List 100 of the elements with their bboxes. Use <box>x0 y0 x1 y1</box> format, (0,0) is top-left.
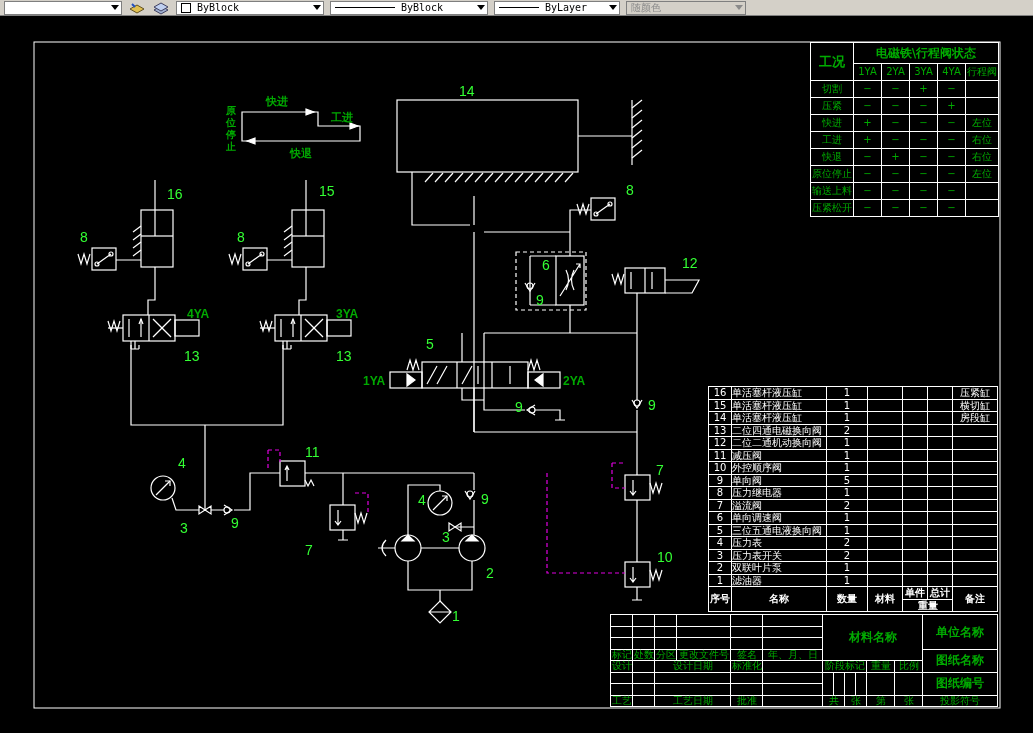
table-cell <box>903 462 928 475</box>
table-cell <box>868 437 903 450</box>
table-cell: − <box>854 166 882 183</box>
table-cell: 单活塞杆液压缸 <box>732 399 827 412</box>
table-cell: 压紧缸 <box>953 387 998 400</box>
table-cell <box>966 81 999 98</box>
callout-number: 14 <box>459 83 475 99</box>
table-cell <box>845 672 856 696</box>
table-cell <box>928 437 953 450</box>
table-cell: 1 <box>827 449 868 462</box>
title-block-label: 共 <box>823 695 845 707</box>
solenoid-label: 3YA <box>336 307 359 321</box>
table-cell: 8 <box>709 487 732 500</box>
title-block-label: 批准 <box>731 695 763 707</box>
callout-number: 9 <box>515 399 523 415</box>
table-cell: 左位 <box>966 166 999 183</box>
caret-icon <box>609 4 617 11</box>
table-cell <box>763 684 823 696</box>
table-cell <box>868 487 903 500</box>
table-header: 3YA <box>910 64 938 81</box>
table-cell <box>895 672 923 696</box>
callout-number: 8 <box>80 229 88 245</box>
table-cell <box>953 524 998 537</box>
table-cell: 1 <box>827 487 868 500</box>
layers-icon[interactable] <box>152 0 170 15</box>
table-cell: 右位 <box>966 149 999 166</box>
lineweight-dropdown[interactable]: ByLayer <box>494 0 620 15</box>
table-cell <box>633 672 655 684</box>
table-header: 数量 <box>827 587 868 612</box>
table-cell: 14 <box>709 412 732 425</box>
table-cell <box>953 574 998 587</box>
table-cell: − <box>910 149 938 166</box>
table-header: 总计 <box>928 587 953 600</box>
table-cell: 7 <box>709 499 732 512</box>
callout-number: 13 <box>184 348 200 364</box>
title-block-label: 比例 <box>895 661 923 673</box>
title-block-label: 张 <box>895 695 923 707</box>
table-cell: 13 <box>709 424 732 437</box>
callout-number: 9 <box>648 397 656 413</box>
table-cell: − <box>938 132 966 149</box>
table-cell: 2 <box>827 424 868 437</box>
layer-dropdown[interactable] <box>4 0 122 15</box>
table-cell <box>867 672 895 696</box>
table-cell <box>868 549 903 562</box>
table-cell <box>953 512 998 525</box>
title-block-label: 第 <box>867 695 895 707</box>
table-cell: 1 <box>827 512 868 525</box>
table-cell <box>966 200 999 217</box>
table-cell <box>903 487 928 500</box>
linetype-dropdown[interactable]: ByBlock <box>330 0 488 15</box>
table-cell: 压力表 <box>732 537 827 550</box>
table-cell: 原位停止 <box>811 166 854 183</box>
table-cell <box>763 672 823 684</box>
table-cell <box>903 562 928 575</box>
table-cell <box>868 449 903 462</box>
table-header: 名称 <box>732 587 827 612</box>
callout-number: 16 <box>167 186 183 202</box>
title-block-label: 图纸编号 <box>923 672 998 696</box>
layers-icon[interactable] <box>128 0 146 15</box>
table-cell: 单活塞杆液压缸 <box>732 412 827 425</box>
table-cell <box>928 512 953 525</box>
table-cell: 1 <box>827 574 868 587</box>
callout-number: 11 <box>305 444 320 460</box>
table-cell <box>953 437 998 450</box>
table-cell <box>763 626 823 638</box>
table-cell: 单向调速阀 <box>732 512 827 525</box>
table-cell: 压力继电器 <box>732 487 827 500</box>
table-cell: 压紧 <box>811 98 854 115</box>
table-cell: − <box>854 200 882 217</box>
caret-icon <box>477 4 485 11</box>
motion-label: 快退 <box>290 147 312 160</box>
callout-number: 12 <box>682 255 698 271</box>
color-dropdown[interactable]: ByBlock <box>176 0 324 15</box>
callout-number: 9 <box>481 491 489 507</box>
table-cell: 2 <box>827 499 868 512</box>
title-block-label: 张 <box>845 695 867 707</box>
callout-number: 7 <box>656 462 664 478</box>
table-cell: 6 <box>709 512 732 525</box>
table-cell <box>903 574 928 587</box>
table-cell <box>903 412 928 425</box>
solenoid-label: 4YA <box>187 307 210 321</box>
table-cell: − <box>938 183 966 200</box>
table-cell <box>868 537 903 550</box>
table-cell: − <box>882 115 910 132</box>
table-cell: − <box>882 166 910 183</box>
line-sample-icon <box>499 7 539 8</box>
table-cell <box>903 537 928 550</box>
table-cell: − <box>854 149 882 166</box>
table-cell <box>677 626 731 638</box>
motion-label: 原位停止 <box>226 105 236 152</box>
table-cell: 外控顺序阀 <box>732 462 827 475</box>
table-cell <box>868 462 903 475</box>
table-cell: 切割 <box>811 81 854 98</box>
title-block-label: 标准化 <box>731 661 763 673</box>
table-cell: − <box>938 81 966 98</box>
table-cell: 5 <box>709 524 732 537</box>
callout-number: 9 <box>231 515 239 531</box>
table-cell: 1 <box>827 562 868 575</box>
table-cell: 2 <box>709 562 732 575</box>
callout-number: 3 <box>442 529 450 545</box>
